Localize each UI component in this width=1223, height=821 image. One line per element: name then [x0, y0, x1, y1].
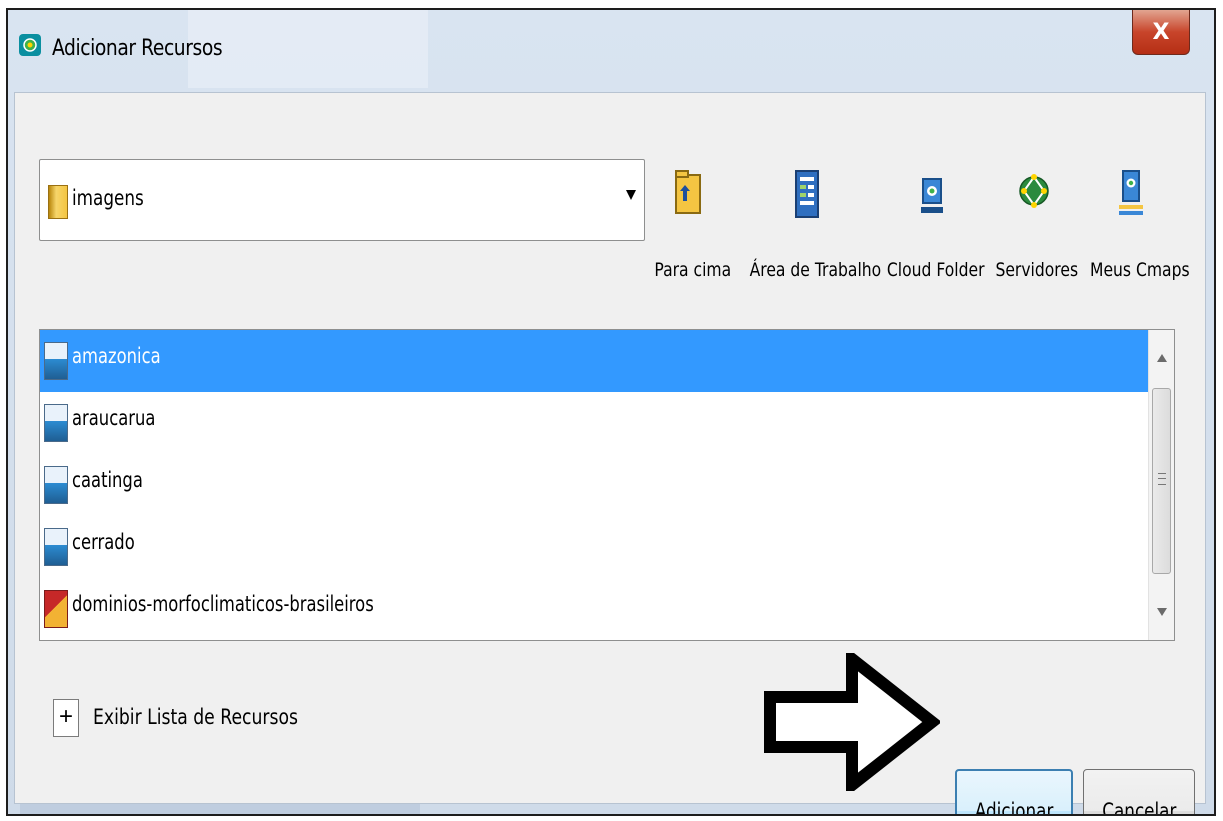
up-button[interactable]: Para cima — [647, 153, 732, 303]
cmap-app-icon — [19, 34, 41, 56]
vertical-scrollbar[interactable] — [1148, 330, 1174, 640]
folder-up-icon — [675, 170, 701, 214]
file-name: amazonica — [72, 344, 161, 368]
my-cmaps-button-label: Meus Cmaps — [1090, 259, 1190, 281]
up-button-label: Para cima — [654, 259, 732, 281]
scroll-down-icon[interactable] — [1157, 608, 1167, 616]
file-list[interactable]: amazonica araucarua caatinga cerrado dom… — [39, 329, 1175, 641]
dialog-title: Adicionar Recursos — [52, 36, 223, 61]
desktop-button[interactable]: Área de Trabalho — [737, 153, 882, 303]
servers-button-label: Servidores — [995, 259, 1079, 281]
servers-button[interactable]: Servidores — [987, 153, 1081, 303]
cancel-button-label: Cancelar — [1101, 799, 1177, 816]
cropped-caption-text — [0, 0, 6, 8]
file-row[interactable]: amazonica — [40, 330, 1148, 392]
cloud-folder-icon — [921, 178, 943, 213]
file-row[interactable]: araucarua — [40, 392, 1148, 454]
show-resource-list-toggle[interactable]: + — [53, 699, 79, 737]
folder-combo-value: imagens — [72, 186, 144, 210]
title-bar[interactable]: Adicionar Recursos X — [8, 10, 1214, 88]
chevron-down-icon[interactable] — [626, 190, 636, 200]
file-name: cerrado — [72, 530, 135, 554]
folder-icon — [48, 185, 68, 219]
annotation-arrow-icon — [764, 653, 940, 791]
close-button[interactable]: X — [1132, 10, 1190, 55]
dialog-client-area: imagens Para cima Área de Trabalho Cloud… — [14, 92, 1206, 814]
taskbar-glimpse — [20, 804, 420, 814]
my-cmaps-button[interactable]: Meus Cmaps — [1081, 153, 1190, 303]
my-cmaps-icon — [1119, 170, 1143, 215]
scroll-up-icon[interactable] — [1157, 354, 1167, 362]
file-row[interactable]: dominios-morfoclimaticos-brasileiros — [40, 578, 1148, 640]
file-row[interactable]: cerrado — [40, 516, 1148, 578]
cancel-button[interactable]: Cancelar — [1083, 769, 1195, 816]
file-name: dominios-morfoclimaticos-brasileiros — [72, 592, 374, 616]
file-name: araucarua — [72, 406, 156, 430]
add-button-label: Adicionar — [974, 799, 1054, 816]
desktop-icon — [795, 170, 819, 218]
cloud-folder-button[interactable]: Cloud Folder — [877, 153, 987, 303]
file-name: caatinga — [72, 468, 143, 492]
add-resources-dialog: Adicionar Recursos X imagens Para cima Á… — [6, 8, 1216, 816]
desktop-button-label: Área de Trabalho — [749, 259, 882, 281]
cloud-folder-button-label: Cloud Folder — [886, 259, 985, 281]
pdf-file-icon — [44, 590, 68, 628]
folder-combo[interactable]: imagens — [39, 159, 645, 241]
grip-icon — [1158, 473, 1166, 485]
file-row[interactable]: caatinga — [40, 454, 1148, 516]
image-file-icon — [44, 342, 68, 380]
image-file-icon — [44, 528, 68, 566]
scroll-thumb[interactable] — [1152, 388, 1171, 574]
add-button[interactable]: Adicionar — [955, 769, 1073, 816]
servers-icon — [1019, 174, 1049, 208]
close-icon: X — [1152, 19, 1170, 45]
image-file-icon — [44, 404, 68, 442]
cropped-caption — [0, 0, 1223, 8]
image-file-icon — [44, 466, 68, 504]
show-resource-list-label[interactable]: Exibir Lista de Recursos — [93, 705, 298, 729]
cmap-logo-icon — [23, 38, 37, 52]
